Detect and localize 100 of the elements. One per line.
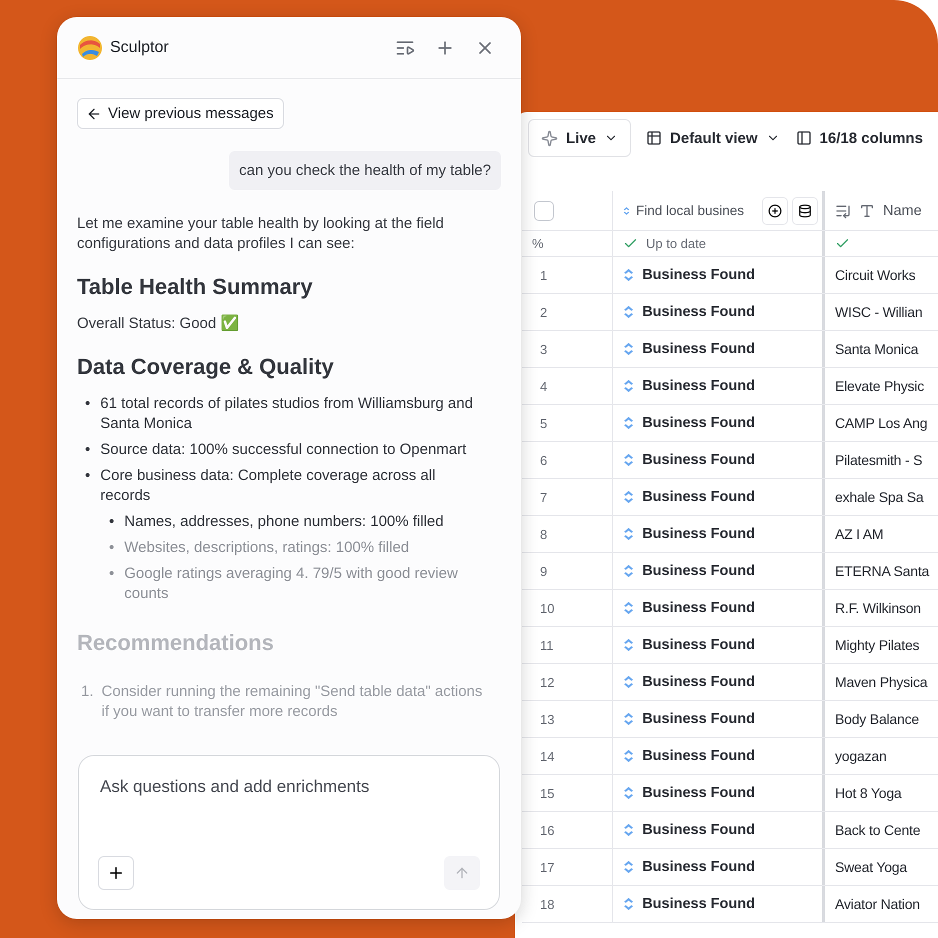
row-number: 9 [539, 564, 548, 578]
table-cell: Pilatesmith - S [835, 452, 922, 468]
row-number: 13 [539, 712, 554, 726]
row-number: 10 [539, 600, 554, 616]
chevrons-icon [623, 748, 634, 764]
chevrons-icon [623, 452, 634, 468]
sparkle-icon [541, 130, 558, 146]
table-cell: Back to Cente [835, 822, 920, 838]
chevrons-icon [623, 267, 634, 283]
live-button[interactable]: Live [528, 119, 632, 157]
message-text: Overall Status: Good ✅ [77, 314, 240, 334]
table-cell: Business Found [642, 859, 755, 875]
bullet-text: 61 total records of pilates studios from Williamsburg and Santa Monica [100, 394, 474, 434]
chevrons-icon [623, 378, 634, 394]
list-text: Consider running the remaining "Send table data" actions if you want to transfer more records [102, 682, 484, 722]
table-cell: Business Found [642, 563, 755, 579]
table-cell: Business Found [642, 526, 755, 542]
row-number: 2 [539, 304, 548, 320]
table-cell: exhale Spa Sa [835, 489, 924, 505]
table-cell: R.F. Wilkinson [835, 600, 921, 616]
chevrons-icon [623, 304, 634, 320]
bullet-marker: • [85, 394, 90, 414]
status-text: Up to date [646, 236, 706, 251]
row-number: 15 [539, 786, 554, 800]
chevrons-icon [623, 415, 634, 431]
table-cell: Business Found [642, 711, 755, 727]
table-cell: WISC - Willian [835, 304, 922, 320]
chevrons-icon [623, 341, 634, 357]
chevrons-icon [623, 674, 634, 690]
row-number: 6 [539, 452, 548, 468]
table-cell: Business Found [642, 489, 755, 505]
chevrons-icon [623, 563, 634, 579]
message-field[interactable]: Ask questions and add enrichments [98, 776, 484, 798]
add-button[interactable] [98, 856, 134, 890]
panel-title: Sculptor [110, 38, 170, 56]
chevrons-icon [623, 526, 634, 542]
database-button[interactable] [792, 196, 818, 224]
chevrons-icon [623, 785, 634, 801]
row-number: 8 [539, 526, 548, 542]
section-heading: Table Health Summary [77, 274, 314, 300]
table-cell: Mighty Pilates [835, 637, 920, 653]
table-cell: Aviator Nation [835, 896, 920, 912]
chevrons-icon [623, 637, 634, 653]
column-header[interactable]: Name [883, 202, 922, 218]
add-circle-button[interactable] [762, 196, 788, 224]
section-heading: Data Coverage & Quality [77, 354, 335, 380]
chevrons-icon [623, 859, 634, 875]
bullet-text: Names, addresses, phone numbers: 100% filled [124, 512, 444, 532]
table-cell: Business Found [642, 896, 755, 912]
row-number: 16 [539, 822, 554, 838]
bullet-text: Websites, descriptions, ratings: 100% filled [124, 538, 410, 558]
table-cell: Circuit Works [835, 267, 916, 283]
columns-icon [796, 130, 812, 146]
table-cell: Business Found [642, 822, 755, 838]
table-cell: Sweat Yoga [835, 859, 907, 875]
row-number: 14 [539, 748, 554, 764]
table-cell: Business Found [642, 415, 755, 431]
chevrons-icon [623, 206, 630, 216]
row-number: 17 [539, 860, 554, 874]
row-number: 4 [539, 378, 548, 394]
bullet-text: Google ratings averaging 4. 79/5 with good review counts [124, 564, 459, 604]
back-button[interactable]: View previous messages [77, 98, 284, 129]
table-cell: Business Found [642, 637, 755, 653]
table-cell: Elevate Physic [835, 378, 924, 394]
row-number: 5 [539, 416, 548, 430]
row-number: 3 [539, 342, 548, 356]
list-number: 1. [81, 682, 94, 702]
percent-label: % [532, 236, 544, 251]
select-all-checkbox[interactable] [534, 200, 554, 220]
user-message: can you check the health of my table? [229, 151, 501, 190]
bullet-marker: • [109, 512, 114, 532]
chevrons-icon [623, 822, 634, 838]
table-cell: Business Found [642, 341, 755, 357]
table-cell: Business Found [642, 748, 755, 764]
bullet-text: Core business data: Complete coverage across all records [100, 466, 436, 506]
table-cell: ETERNA Santa [835, 563, 930, 579]
bullet-marker: • [85, 440, 90, 460]
text-type-icon [859, 202, 875, 218]
table-icon [646, 130, 662, 146]
chevrons-icon [623, 600, 634, 616]
chevrons-icon [623, 489, 634, 505]
row-number: 11 [539, 638, 554, 652]
section-heading: Recommendations [77, 630, 275, 656]
table-cell: CAMP Los Ang [835, 415, 928, 431]
plus-icon [107, 864, 125, 882]
table-cell: Business Found [642, 785, 755, 801]
bullet-marker: • [109, 564, 114, 584]
table-cell: Hot 8 Yoga [835, 785, 902, 801]
table-cell: Business Found [642, 378, 755, 394]
row-number: 7 [539, 490, 548, 504]
plus-circle-icon [768, 204, 782, 218]
table-cell: Business Found [642, 600, 755, 616]
chevrons-icon [623, 711, 634, 727]
table-cell: Maven Physica [835, 674, 928, 690]
row-number: 12 [539, 674, 554, 690]
column-header[interactable]: Find local busines [636, 203, 744, 218]
row-number: 18 [539, 896, 554, 912]
bullet-text: Source data: 100% successful connection to Openmart [100, 440, 466, 460]
table-cell: Business Found [642, 674, 755, 690]
row-number: 1 [539, 268, 548, 282]
